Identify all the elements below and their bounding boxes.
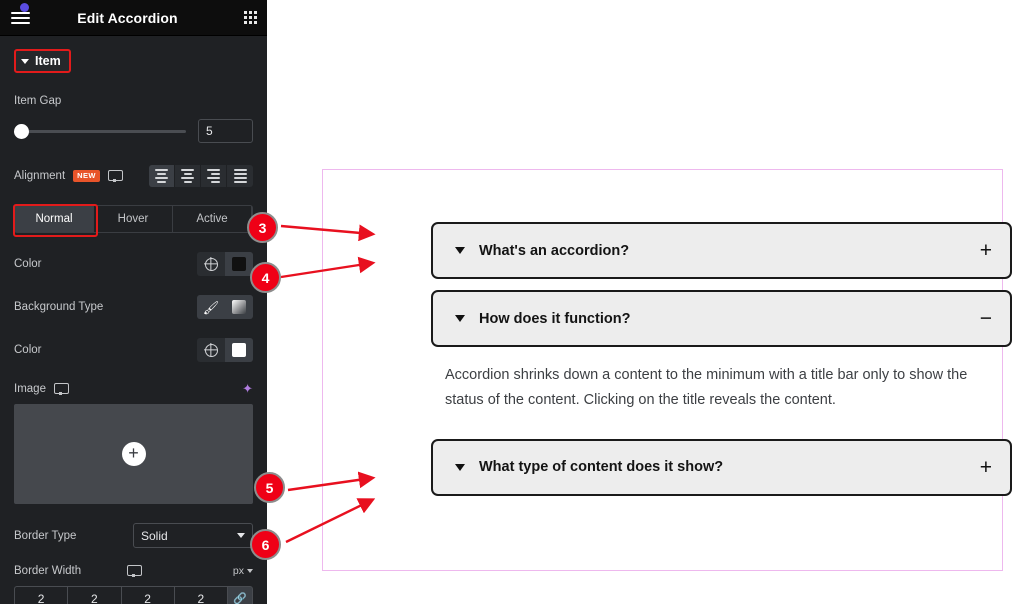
accordion-item: What's an accordion? + bbox=[431, 222, 1012, 279]
color-swatch-2[interactable] bbox=[225, 338, 253, 362]
accordion-item: How does it function? − bbox=[431, 290, 1012, 347]
tab-active[interactable]: Active bbox=[173, 206, 252, 232]
background-type-label: Background Type bbox=[14, 301, 104, 313]
border-width-left-input[interactable]: 2 bbox=[173, 586, 227, 604]
slider-knob[interactable] bbox=[14, 124, 29, 139]
desktop-icon[interactable] bbox=[53, 382, 69, 395]
border-width-right-input[interactable]: 2 bbox=[67, 586, 121, 604]
section-header-item[interactable]: Item bbox=[14, 49, 71, 73]
desktop-icon[interactable] bbox=[107, 170, 123, 182]
caret-down-icon bbox=[455, 315, 465, 322]
color-label-2: Color bbox=[14, 344, 42, 356]
border-width-inputs: 2 Top 2 Right 2 Bottom 2 Left 🔗 bbox=[14, 586, 253, 604]
accordion-content: Accordion shrinks down a content to the … bbox=[445, 367, 968, 408]
swatch-fill bbox=[232, 343, 246, 357]
border-width-label: Border Width bbox=[14, 565, 82, 577]
align-right-icon[interactable] bbox=[201, 165, 227, 187]
border-width-right: 2 Right bbox=[67, 586, 121, 604]
hamburger-icon[interactable] bbox=[0, 0, 34, 36]
desktop-icon[interactable] bbox=[127, 565, 232, 577]
sparkle-icon[interactable]: ✦ bbox=[242, 382, 253, 395]
editor-panel: Edit Accordion Item Item Gap 5 Alignment… bbox=[0, 0, 267, 604]
panel-body: Item Item Gap 5 Alignment NEW Normal Hov… bbox=[0, 36, 267, 604]
color-label-1: Color bbox=[14, 258, 42, 270]
image-label: Image bbox=[14, 382, 46, 395]
item-gap-input[interactable]: 5 bbox=[198, 119, 253, 143]
section-header-label: Item bbox=[35, 54, 61, 68]
border-width-unit[interactable]: px bbox=[233, 565, 253, 577]
border-type-label: Border Type bbox=[14, 529, 77, 542]
accordion-widget: What's an accordion? + How does it funct… bbox=[431, 222, 1012, 496]
caret-down-icon bbox=[247, 569, 253, 573]
unit-value: px bbox=[232, 565, 244, 577]
globe-icon[interactable] bbox=[197, 252, 225, 276]
color-row-2: Color bbox=[14, 338, 253, 362]
border-type-select[interactable]: Solid bbox=[133, 523, 253, 548]
border-width-top-input[interactable]: 2 bbox=[14, 586, 68, 604]
accordion-title: How does it function? bbox=[479, 310, 631, 327]
background-type-options: 🖌 bbox=[197, 295, 253, 319]
caret-down-icon bbox=[21, 58, 29, 64]
tab-hover[interactable]: Hover bbox=[94, 206, 173, 232]
color-row-1: Color bbox=[14, 252, 253, 276]
background-type-row: Background Type 🖌 bbox=[14, 295, 253, 319]
border-width-row: Border Width px bbox=[14, 565, 253, 577]
gradient-swatch bbox=[232, 300, 246, 314]
tab-normal[interactable]: Normal bbox=[15, 206, 94, 232]
border-width-top: 2 Top bbox=[14, 586, 68, 604]
brush-icon[interactable]: 🖌 bbox=[197, 295, 225, 319]
callout-badge-5: 5 bbox=[254, 472, 285, 503]
item-gap-control: 5 bbox=[14, 119, 253, 143]
border-width-bottom-input[interactable]: 2 bbox=[120, 586, 174, 604]
accordion-header[interactable]: How does it function? − bbox=[433, 292, 1010, 345]
page-title: Edit Accordion bbox=[77, 9, 178, 26]
callout-badge-3: 3 bbox=[247, 212, 278, 243]
caret-down-icon bbox=[455, 247, 465, 254]
link-icon[interactable]: 🔗 bbox=[227, 586, 253, 604]
accordion-toggle-icon[interactable]: + bbox=[980, 240, 992, 261]
callout-badge-6: 6 bbox=[250, 529, 281, 560]
alignment-row: Alignment NEW bbox=[14, 165, 253, 187]
accordion-title: What's an accordion? bbox=[479, 242, 630, 259]
alignment-label: Alignment bbox=[14, 170, 66, 182]
panel-header: Edit Accordion bbox=[0, 0, 267, 36]
caret-down-icon bbox=[455, 463, 465, 471]
section-container-outline[interactable]: What's an accordion? + How does it funct… bbox=[322, 169, 1012, 571]
accordion-header[interactable]: What's an accordion? + bbox=[433, 224, 1010, 277]
swatch-fill bbox=[232, 257, 246, 271]
color-picker-1 bbox=[197, 252, 253, 276]
color-swatch-1[interactable] bbox=[225, 252, 253, 276]
border-type-row: Border Type Solid bbox=[14, 523, 253, 548]
callout-badge-4: 4 bbox=[250, 262, 281, 293]
item-gap-label: Item Gap bbox=[14, 95, 62, 107]
gradient-icon[interactable] bbox=[225, 295, 253, 319]
border-width-left: 2 Left bbox=[173, 586, 227, 604]
alignment-options bbox=[149, 165, 253, 187]
align-left-icon[interactable] bbox=[149, 165, 175, 187]
grid-apps-icon[interactable] bbox=[233, 0, 267, 36]
item-gap-slider[interactable] bbox=[14, 123, 186, 139]
new-badge: NEW bbox=[73, 170, 100, 182]
accordion-header[interactable]: What type of content does it show? + bbox=[433, 441, 1010, 494]
globe-icon[interactable] bbox=[197, 338, 225, 362]
slider-track bbox=[14, 129, 186, 133]
caret-down-icon bbox=[237, 533, 245, 538]
app-root: Edit Accordion Item Item Gap 5 Alignment… bbox=[0, 0, 1024, 604]
state-tabs: Normal Hover Active bbox=[13, 204, 253, 237]
color-picker-2 bbox=[197, 338, 253, 362]
image-upload-area[interactable]: + bbox=[14, 404, 253, 504]
plus-circle-icon[interactable]: + bbox=[121, 442, 146, 466]
accordion-toggle-icon[interactable]: − bbox=[980, 308, 992, 329]
border-width-bottom: 2 Bottom bbox=[120, 586, 174, 604]
image-row: Image ✦ bbox=[14, 382, 253, 395]
border-type-value: Solid bbox=[141, 528, 168, 543]
align-center-icon[interactable] bbox=[175, 165, 201, 187]
accordion-title: What type of content does it show? bbox=[479, 459, 724, 476]
accordion-toggle-icon[interactable]: + bbox=[980, 457, 992, 478]
editor-canvas: What's an accordion? + How does it funct… bbox=[267, 0, 1024, 604]
align-justify-icon[interactable] bbox=[227, 165, 253, 187]
notification-dot-icon bbox=[20, 2, 29, 12]
accordion-item: What type of content does it show? + bbox=[431, 438, 1012, 496]
